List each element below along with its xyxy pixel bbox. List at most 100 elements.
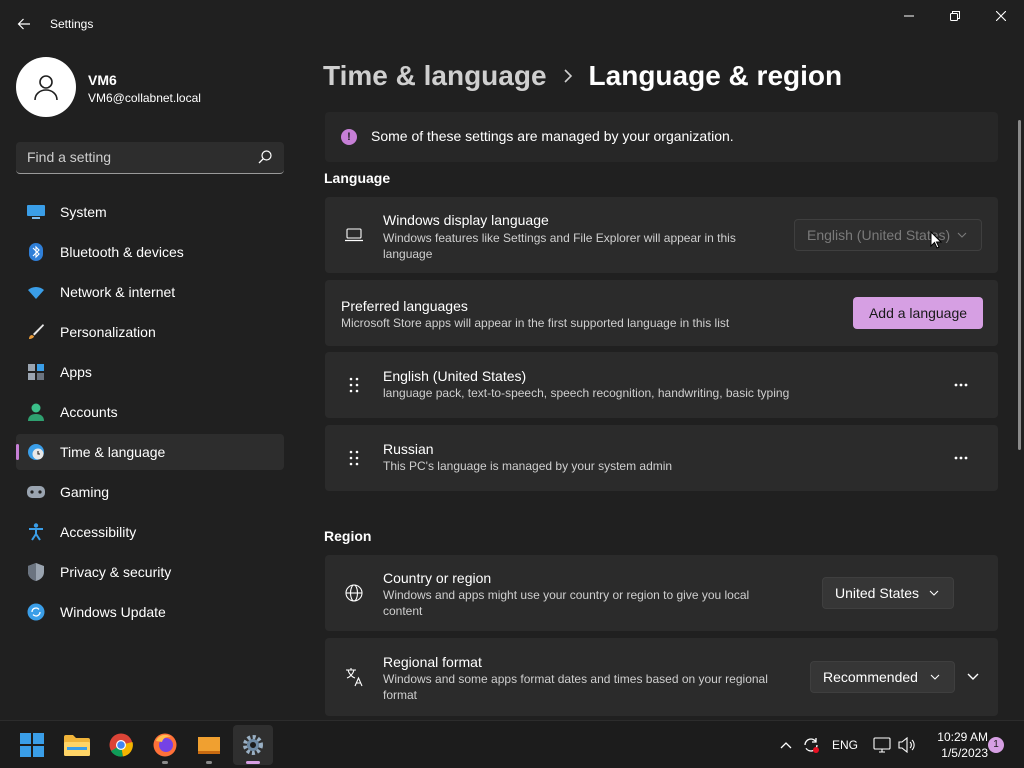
network-icon (873, 737, 891, 753)
taskbar-firefox[interactable] (145, 725, 185, 765)
system-icon (27, 203, 45, 221)
taskbar-file-explorer[interactable] (57, 725, 97, 765)
running-indicator (206, 761, 212, 764)
drag-handle-icon[interactable] (343, 374, 365, 396)
sidebar-item-label: Bluetooth & devices (60, 244, 184, 260)
sidebar-item-label: Personalization (60, 324, 156, 340)
row-title: Regional format (383, 654, 482, 670)
user-profile[interactable]: VM6 VM6@collabnet.local (16, 57, 286, 117)
sidebar-item-label: Network & internet (60, 284, 176, 300)
update-icon (27, 603, 45, 621)
taskbar-settings[interactable] (233, 725, 273, 765)
show-hidden-icons[interactable] (776, 721, 796, 768)
search-icon[interactable] (258, 150, 272, 167)
add-language-button[interactable]: Add a language (853, 297, 983, 329)
clock-date: 1/5/2023 (941, 746, 988, 760)
display-language-dropdown[interactable]: English (United States) (794, 219, 982, 251)
more-options-button[interactable] (948, 372, 974, 398)
sidebar-item-label: Accessibility (60, 524, 137, 540)
section-heading-language: Language (324, 170, 391, 186)
mouse-cursor-icon (930, 231, 942, 249)
tray-sync[interactable] (800, 721, 822, 768)
sidebar-item-privacy[interactable]: Privacy & security (16, 554, 284, 590)
country-dropdown[interactable]: United States (822, 577, 954, 609)
drag-handle-icon[interactable] (343, 447, 365, 469)
folder-app-icon (198, 737, 220, 754)
row-description: Windows features like Settings and File … (383, 231, 736, 261)
restore-icon (950, 11, 960, 21)
sidebar-item-label: System (60, 204, 107, 220)
volume-icon (898, 737, 915, 753)
person-icon (34, 75, 58, 101)
section-heading-region: Region (324, 528, 372, 544)
notification-badge[interactable]: 1 (988, 737, 1004, 753)
expand-button[interactable] (962, 666, 984, 688)
sidebar-item-network[interactable]: Network & internet (16, 274, 284, 310)
sidebar-item-accounts[interactable]: Accounts (16, 394, 284, 430)
row-title: Windows display language (383, 212, 549, 228)
app-title: Settings (50, 17, 94, 31)
user-email: VM6@collabnet.local (88, 91, 201, 105)
back-button[interactable] (12, 12, 36, 36)
sidebar-item-bluetooth[interactable]: Bluetooth & devices (16, 234, 284, 270)
regional-format-icon (343, 666, 365, 688)
more-options-button[interactable] (948, 445, 974, 471)
taskbar-chrome[interactable] (101, 725, 141, 765)
country-region-row: Country or region Windows and apps might… (325, 555, 998, 631)
sync-icon (804, 738, 819, 753)
chevron-down-icon (930, 674, 940, 680)
sidebar-item-accessibility[interactable]: Accessibility (16, 514, 284, 550)
tray-volume[interactable] (896, 721, 918, 768)
sidebar-item-time-language[interactable]: Time & language (16, 434, 284, 470)
minimize-icon (904, 15, 914, 17)
close-button[interactable] (978, 0, 1024, 32)
globe-icon (343, 582, 365, 604)
sidebar-item-gaming[interactable]: Gaming (16, 474, 284, 510)
page-title: Language & region (588, 60, 843, 91)
search-input[interactable] (16, 142, 246, 172)
scrollbar[interactable] (1018, 120, 1021, 450)
sidebar-item-apps[interactable]: Apps (16, 354, 284, 390)
sidebar-item-personalization[interactable]: Personalization (16, 314, 284, 350)
taskbar-folder-app[interactable] (189, 725, 229, 765)
close-icon (996, 11, 1006, 21)
sidebar-item-system[interactable]: System (16, 194, 284, 230)
regional-format-dropdown[interactable]: Recommended (810, 661, 955, 693)
brush-icon (27, 323, 45, 341)
row-description: Microsoft Store apps will appear in the … (341, 316, 730, 330)
input-language[interactable]: ENG (828, 721, 862, 768)
row-description: Windows and apps might use your country … (383, 588, 750, 618)
minimize-button[interactable] (886, 0, 932, 32)
breadcrumb-parent[interactable]: Time & language (323, 60, 547, 92)
apps-icon (27, 363, 45, 381)
tray-network[interactable] (872, 721, 892, 768)
info-icon: ! (341, 129, 357, 145)
row-description: Windows and some apps format dates and t… (383, 672, 768, 702)
display-language-row: Windows display language Windows feature… (325, 197, 998, 273)
row-title: Russian (383, 441, 434, 457)
settings-icon (243, 735, 263, 755)
row-title: Country or region (383, 570, 492, 586)
clock[interactable]: 10:29 AM 1/5/2023 (924, 729, 988, 761)
regional-format-row: Regional format Windows and some apps fo… (325, 638, 998, 716)
more-icon (954, 456, 968, 460)
start-button[interactable] (12, 725, 52, 765)
sidebar-item-label: Apps (60, 364, 92, 380)
wifi-icon (27, 283, 45, 301)
sidebar-item-label: Windows Update (60, 604, 166, 620)
clock-globe-icon (27, 443, 45, 461)
laptop-icon (343, 224, 365, 246)
arrow-left-icon (17, 18, 30, 30)
restore-button[interactable] (932, 0, 978, 32)
sidebar-item-windows-update[interactable]: Windows Update (16, 594, 284, 630)
sidebar-item-label: Privacy & security (60, 564, 172, 580)
language-item-russian[interactable]: Russian This PC's language is managed by… (325, 425, 998, 491)
user-name: VM6 (88, 72, 117, 88)
row-description: language pack, text-to-speech, speech re… (383, 386, 790, 400)
dropdown-value: Recommended (823, 669, 918, 685)
breadcrumb: Time & language Language & region (323, 58, 842, 94)
search-box[interactable] (16, 142, 284, 174)
dropdown-value: English (United States) (807, 227, 951, 243)
notice-text: Some of these settings are managed by yo… (371, 128, 734, 144)
language-item-english[interactable]: English (United States) language pack, t… (325, 352, 998, 418)
